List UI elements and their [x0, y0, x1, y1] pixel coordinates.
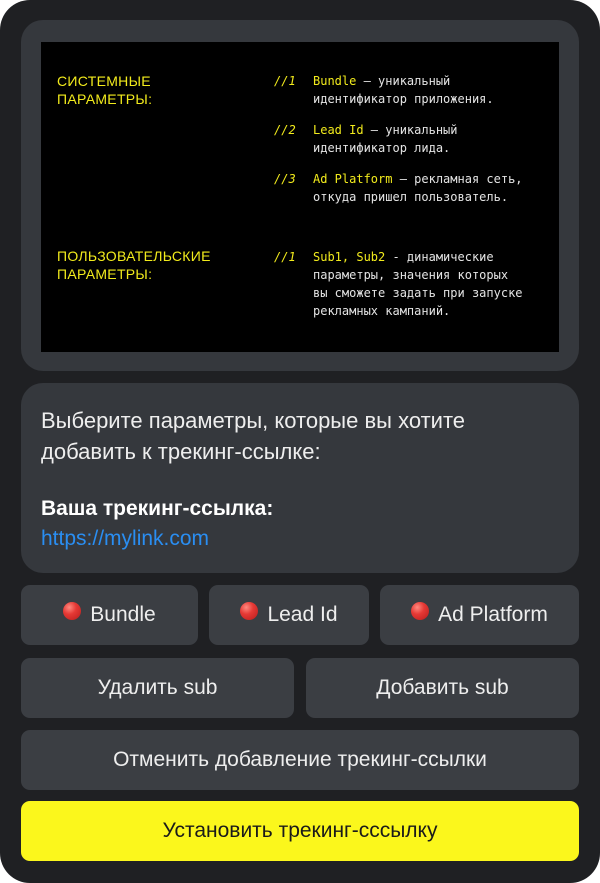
lead-id-button-label: Lead Id — [267, 603, 338, 626]
param-description: откуда пришел пользователь. — [313, 190, 509, 204]
param-description: — уникальный — [363, 123, 458, 137]
param-description: идентификатор лида. — [313, 141, 451, 155]
param-keyword: Ad Platform — [313, 172, 393, 186]
red-circle-icon — [240, 602, 259, 620]
param-description: — уникальный — [356, 74, 451, 88]
param-keyword: Sub1, Sub2 — [313, 250, 386, 264]
param-description: параметры, значения которых — [313, 268, 509, 282]
red-circle-icon — [63, 602, 82, 620]
ad-platform-button[interactable]: Ad Platform — [380, 585, 579, 645]
tracking-link-label: Ваша трекинг-ссылка: — [41, 497, 274, 520]
user-params-heading: ПОЛЬЗОВАТЕЛЬСКИЕ ПАРАМЕТРЫ: — [57, 248, 211, 282]
prompt-text: Выберите параметры, которые вы хотите до… — [41, 408, 466, 464]
install-tracking-link-button[interactable]: Установить трекинг-сссылку — [21, 801, 579, 861]
param-description: — рекламная сеть, — [392, 172, 523, 186]
cancel-button-label: Отменить добавление трекинг-ссылки — [113, 748, 487, 771]
tracking-message-bubble: Выберите параметры, которые вы хотите до… — [21, 383, 579, 573]
add-sub-button-label: Добавить sub — [376, 676, 509, 699]
entry-number: //1 — [274, 250, 296, 264]
entry-number: //2 — [274, 123, 296, 137]
param-description: - динамические — [385, 250, 494, 264]
param-description: идентификатор приложения. — [313, 92, 494, 106]
param-keyword: Bundle — [313, 74, 357, 88]
bundle-button[interactable]: Bundle — [21, 585, 198, 645]
remove-sub-button[interactable]: Удалить sub — [21, 658, 294, 718]
red-circle-icon — [411, 602, 430, 620]
param-keyword: Lead Id — [313, 123, 364, 137]
tracking-link[interactable]: https://mylink.com — [41, 527, 209, 551]
entry-number: //3 — [274, 172, 296, 186]
chat-window: СИСТЕМНЫЕ ПАРАМЕТРЫ: //1 Bundle — уникал… — [0, 0, 600, 883]
remove-sub-button-label: Удалить sub — [97, 676, 218, 699]
install-button-label: Установить трекинг-сссылку — [162, 819, 438, 842]
cancel-tracking-link-button[interactable]: Отменить добавление трекинг-ссылки — [21, 730, 579, 790]
info-message-bubble: СИСТЕМНЫЕ ПАРАМЕТРЫ: //1 Bundle — уникал… — [21, 20, 579, 371]
param-description: рекламных кампаний. — [313, 304, 451, 318]
system-params-heading: СИСТЕМНЫЕ ПАРАМЕТРЫ: — [57, 73, 153, 107]
entry-number: //1 — [274, 74, 296, 88]
code-block: СИСТЕМНЫЕ ПАРАМЕТРЫ: //1 Bundle — уникал… — [41, 42, 559, 352]
add-sub-button[interactable]: Добавить sub — [306, 658, 579, 718]
lead-id-button[interactable]: Lead Id — [209, 585, 369, 645]
bundle-button-label: Bundle — [90, 603, 156, 626]
param-description: вы сможете задать при запуске — [313, 286, 523, 300]
ad-platform-button-label: Ad Platform — [438, 603, 548, 626]
